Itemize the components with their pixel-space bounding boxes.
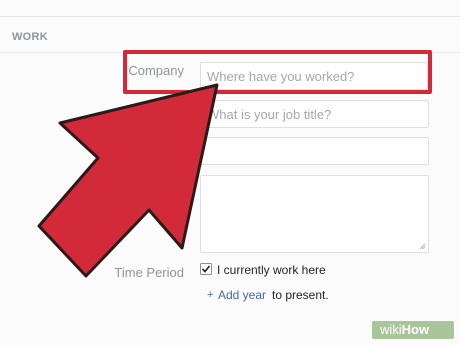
work-section: WORK Company Position Time Period I curr… <box>0 0 460 345</box>
wikihow-watermark: wikiHow <box>372 321 454 339</box>
pointer-arrow-icon <box>37 83 219 278</box>
watermark-prefix: wiki <box>380 322 402 337</box>
watermark-suffix: How <box>401 322 430 337</box>
